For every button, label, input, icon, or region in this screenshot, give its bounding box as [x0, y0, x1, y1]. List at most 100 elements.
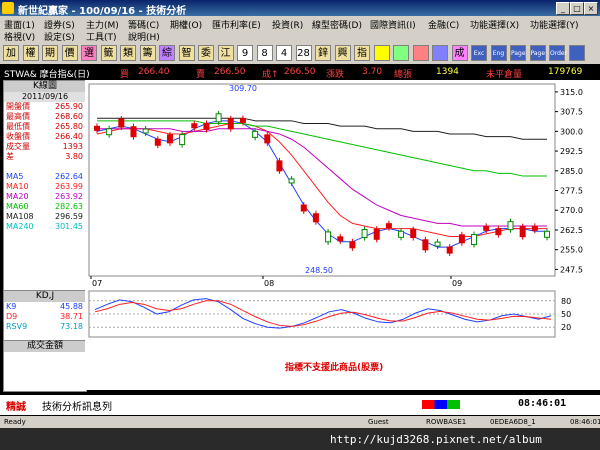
menu-item[interactable]: 工具(T)	[86, 30, 117, 43]
toolbar-button[interactable]: Page	[510, 45, 526, 61]
color-indicator	[422, 400, 460, 409]
candle-body	[471, 234, 478, 246]
toolbar-button[interactable]	[412, 45, 429, 61]
toolbar-button[interactable]: Eng	[490, 45, 507, 61]
toolbar-button[interactable]: 選	[81, 45, 97, 61]
candle-body	[288, 178, 295, 184]
menu-item[interactable]: 線型密碼(D)	[312, 18, 362, 31]
toolbar-button[interactable]: 8	[256, 45, 273, 61]
window-titlebar: 新世紀贏家 - 100/09/16 - 技術分析 _ □ ×	[0, 0, 600, 17]
candle-body	[130, 126, 137, 138]
k-chart-svg: 315.0 307.5 300.0 292.5 285.0 277.5 270.0 262.5…	[88, 83, 583, 288]
window-title: 新世紀贏家 - 100/09/16 - 技術分析	[18, 6, 187, 17]
candle-body	[519, 226, 526, 238]
toolbar-button[interactable]: Page	[529, 45, 546, 61]
volume-info-panel: 成交金額	[3, 340, 87, 392]
menu-bar: 畫面(1) 證券(S) 主力(M) 籌碼(C) 期權(O) 匯市利率(E) 投資…	[0, 16, 600, 43]
menu-item[interactable]: 功能選擇(Y)	[530, 18, 579, 31]
menu-item[interactable]: 金融(C)	[428, 18, 459, 31]
kd-tick-label: 50	[561, 310, 571, 319]
kd-chart[interactable]: 80 50 20	[85, 290, 600, 340]
deal-label: 成↑	[262, 70, 279, 80]
y-tick-label: 277.5	[560, 187, 583, 196]
k-info-value: 266.40	[55, 132, 83, 141]
k-info-value: 282.63	[55, 202, 83, 211]
k-info-value: 3.80	[65, 152, 83, 161]
oi-value: 179769	[548, 67, 583, 77]
candle-body	[410, 229, 417, 239]
toolbar-button[interactable]: 期	[42, 45, 58, 61]
x-tick-label: 08	[264, 279, 274, 288]
y-tick-label: 270.0	[560, 206, 583, 215]
k-info-row: 開盤價 265.90	[4, 102, 86, 112]
toolbar-button[interactable]: 類	[120, 45, 136, 61]
toolbar-button[interactable]: 鋅	[315, 45, 331, 61]
toolbar-button[interactable]: 綜	[159, 45, 175, 61]
k-info-label: MA20	[6, 192, 29, 201]
kd-info-label: RSV9	[6, 322, 28, 331]
k-info-label: MA108	[6, 212, 34, 221]
toolbar-button[interactable]: 9	[237, 45, 253, 61]
toolbar-button[interactable]: 江	[217, 45, 234, 61]
toolbar-button[interactable]: 委	[198, 45, 214, 61]
status-bar: Ready Guest ROWBASE1 0EDEA6D8_1 08:46:01	[0, 416, 600, 428]
toolbar-button[interactable]	[393, 45, 409, 61]
toolbar-button[interactable]: 加	[3, 45, 19, 61]
status-row: ROWBASE1	[426, 418, 467, 426]
k-panel-title: K線圖	[4, 81, 86, 92]
k-info-label: 收盤價	[6, 132, 30, 141]
toolbar-button[interactable]: 價	[61, 45, 78, 61]
menu-item[interactable]: 匯市利率(E)	[212, 18, 261, 31]
minimize-button[interactable]: _	[556, 2, 570, 15]
k-info-value: 262.64	[55, 172, 83, 181]
menu-item[interactable]: 期權(O)	[170, 18, 202, 31]
taskbar: http://kujd3268.pixnet.net/album	[0, 428, 600, 450]
k-line-chart[interactable]: 315.0 307.5 300.0 292.5 285.0 277.5 270.0 262.5…	[85, 80, 600, 290]
toolbar-button[interactable]	[432, 45, 448, 61]
kd-info-row: RSV9 73.18	[4, 322, 86, 332]
menu-item[interactable]: 說明(H)	[128, 30, 160, 43]
toolbar-button[interactable]: 權	[22, 45, 39, 61]
toolbar-button[interactable]: Order	[549, 45, 567, 61]
close-button[interactable]: ×	[584, 2, 598, 15]
k-info-value: 268.60	[55, 112, 83, 121]
menu-item[interactable]: 投資(R)	[272, 18, 303, 31]
toolbar-button[interactable]: 成	[451, 45, 468, 61]
y-tick-label: 300.0	[560, 127, 583, 136]
k-info-label: 開盤價	[6, 102, 30, 111]
toolbar-button[interactable]: 興	[334, 45, 351, 61]
toolbar-button[interactable]: 28	[295, 45, 312, 61]
menu-item[interactable]: 功能選擇(X)	[470, 18, 519, 31]
toolbar-button[interactable]: 4	[276, 45, 292, 61]
toolbar-button[interactable]: Exc	[471, 45, 487, 61]
volume-area: 指標不支援此商品(股票)	[85, 340, 600, 390]
toolbar-button[interactable]: 籌	[139, 45, 156, 61]
k-info-value: 263.92	[55, 192, 83, 201]
maximize-button[interactable]: □	[570, 2, 584, 15]
candle-body	[422, 239, 429, 251]
candle-body	[215, 113, 222, 123]
toolbar-button[interactable]	[373, 45, 390, 61]
candle-body	[142, 128, 149, 134]
k-info-row: MA240 301.45	[4, 222, 86, 232]
candle-body	[166, 134, 173, 144]
buy-label: 買	[120, 70, 130, 80]
candle-body	[398, 230, 405, 238]
toolbar-button[interactable]: 籤	[100, 45, 117, 61]
k-info-row: 差 3.80	[4, 152, 86, 162]
k-info-value: 296.59	[55, 212, 83, 221]
candle-body	[94, 125, 100, 131]
k-info-row: 收盤價 266.40	[4, 132, 86, 142]
menu-item[interactable]: 格視(V)	[4, 30, 35, 43]
toolbar-button[interactable]: 智	[178, 45, 195, 61]
toolbar-button[interactable]: 指	[354, 45, 370, 61]
k-info-value: 265.90	[55, 102, 83, 111]
kd-panel-title: KD,J	[4, 291, 86, 302]
kd-info-row: D9 38.71	[4, 312, 86, 322]
menu-item[interactable]: 國際資訊(I)	[370, 18, 416, 31]
y-tick-label: 307.5	[560, 108, 583, 117]
menu-item[interactable]: 設定(S)	[44, 30, 75, 43]
toolbar-button[interactable]	[568, 45, 585, 61]
candle-body	[507, 221, 514, 231]
symbol-label[interactable]: STWA& 摩台指&(日)	[4, 67, 90, 80]
